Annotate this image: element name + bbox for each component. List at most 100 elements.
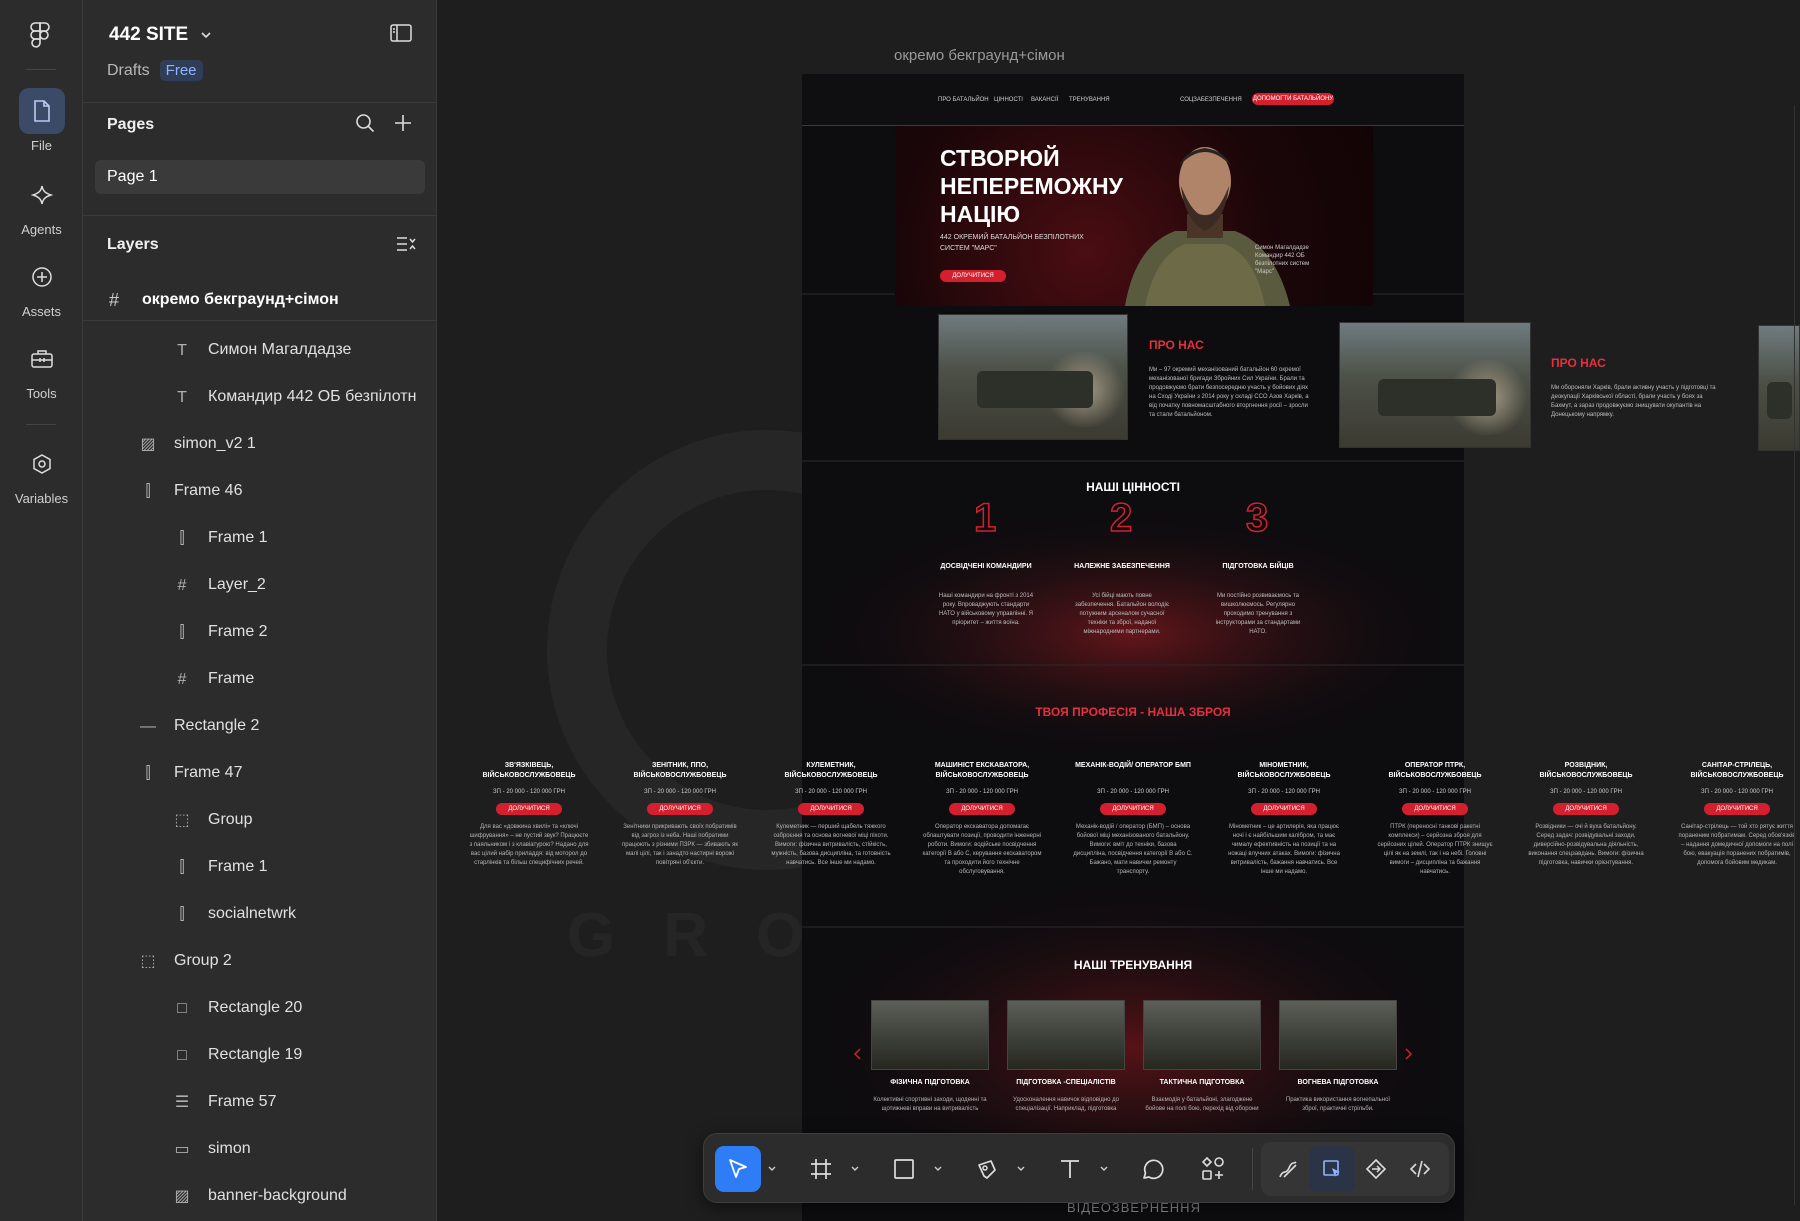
nav-cta-button[interactable]: ДОПОМОГТИ БАТАЛЬЙОНУ xyxy=(1252,93,1334,105)
draw-mode-button[interactable] xyxy=(1265,1146,1311,1192)
rectangle-tool-button[interactable] xyxy=(881,1146,927,1192)
training-card[interactable]: ТАКТИЧНА ПІДГОТОВКА Взаємодія у батальйон… xyxy=(1143,1000,1261,1114)
rail-item-assets[interactable]: Assets xyxy=(0,254,83,319)
rail-item-variables[interactable]: Variables xyxy=(0,441,83,506)
training-card[interactable]: ПІДГОТОВКА -СПЕЦІАЛІСТІВ Удосконалення на… xyxy=(1007,1000,1125,1114)
carousel-prev-icon[interactable] xyxy=(852,1047,862,1061)
profession-join-button[interactable]: ДОЛУЧИТИСЯ xyxy=(1704,803,1770,815)
layer-row[interactable]: ▭ simon xyxy=(83,1130,436,1170)
drafts-label[interactable]: Drafts xyxy=(107,62,150,80)
project-title[interactable]: 442 SITE xyxy=(109,24,212,46)
training-card[interactable]: ФІЗИЧНА ПІДГОТОВКА Колективні спортивні з… xyxy=(871,1000,989,1114)
training-title: ФІЗИЧНА ПІДГОТОВКА xyxy=(890,1079,970,1086)
layer-row[interactable]: □ Rectangle 20 xyxy=(83,989,436,1029)
rail-item-agents[interactable]: Agents xyxy=(0,172,83,237)
about-text-copy[interactable]: Ми обороняли Харків, брали активну участ… xyxy=(1551,384,1721,420)
layer-row[interactable]: ⫿ socialnetwrk xyxy=(83,895,436,935)
about-title-copy[interactable]: ПРО НАС xyxy=(1551,356,1606,370)
layer-row[interactable]: T Симон Магалдадзе xyxy=(83,331,436,371)
profession-join-button[interactable]: ДОЛУЧИТИСЯ xyxy=(496,803,562,815)
layer-row[interactable]: ⫿ Frame 1 xyxy=(83,519,436,559)
profession-join-button[interactable]: ДОЛУЧИТИСЯ xyxy=(949,803,1015,815)
site-frame[interactable]: ПРО БАТАЛЬЙОН ЦІННОСТІ ВАКАНСІЇ ТРЕНУВАН… xyxy=(802,74,1464,1221)
nav-link[interactable]: ТРЕНУВАННЯ xyxy=(1069,97,1110,103)
profession-card[interactable]: МІНОМЕТНИК, ВІЙСЬКОВОСЛУЖБОВЕЦЬ ЗП - 20 0… xyxy=(1224,761,1344,877)
profession-join-button[interactable]: ДОЛУЧИТИСЯ xyxy=(1100,803,1166,815)
layer-row[interactable]: □ Rectangle 19 xyxy=(83,1036,436,1076)
nav-link[interactable]: ВАКАНСІЇ xyxy=(1031,97,1058,103)
profession-title: КУЛЕМЕТНИК, ВІЙСЬКОВОСЛУЖБОВЕЦЬ xyxy=(784,762,878,779)
layer-row[interactable]: # Frame xyxy=(83,660,436,700)
figma-logo-icon[interactable] xyxy=(29,22,51,48)
comment-icon xyxy=(1143,1159,1164,1180)
profession-join-button[interactable]: ДОЛУЧИТИСЯ xyxy=(647,803,713,815)
collapse-layers-icon[interactable] xyxy=(396,235,416,253)
profession-join-button[interactable]: ДОЛУЧИТИСЯ xyxy=(1402,803,1468,815)
comment-tool-button[interactable] xyxy=(1130,1146,1176,1192)
layer-row[interactable]: ⫿ Frame 1 xyxy=(83,848,436,888)
move-tool-button[interactable] xyxy=(715,1146,761,1192)
prototype-mode-button[interactable] xyxy=(1353,1146,1399,1192)
frame-tool-button[interactable] xyxy=(798,1146,844,1192)
training-card[interactable]: ВОГНЕВА ПІДГОТОВКА Практика використання … xyxy=(1279,1000,1397,1114)
hero-join-button[interactable]: ДОЛУЧИТИСЯ xyxy=(940,270,1006,282)
canvas-scrollbar[interactable] xyxy=(1794,105,1798,1205)
layer-row[interactable]: # Layer_2 xyxy=(83,566,436,606)
nav-link[interactable]: ЦІННОСТІ xyxy=(994,97,1023,103)
profession-card[interactable]: ОПЕРАТОР ПТРК, ВІЙСЬКОВОСЛУЖБОВЕЦЬ ЗП - 2… xyxy=(1375,761,1495,877)
chevron-down-icon[interactable] xyxy=(933,1164,943,1174)
about-photo-copy[interactable] xyxy=(1339,322,1531,448)
layer-row[interactable]: ▨ simon_v2 1 xyxy=(83,425,436,465)
pen-tool-button[interactable] xyxy=(964,1146,1010,1192)
layer-name: Group 2 xyxy=(174,952,232,969)
dev-mode-button[interactable] xyxy=(1397,1146,1443,1192)
text-tool-button[interactable] xyxy=(1047,1146,1093,1192)
page-item[interactable]: Page 1 xyxy=(95,160,425,194)
chevron-down-icon[interactable] xyxy=(1016,1164,1026,1174)
nav-link[interactable]: СОЦЗАБЕЗПЕЧЕННЯ xyxy=(1180,97,1242,103)
layer-row[interactable]: ⬚ Group 2 xyxy=(83,942,436,982)
layer-top-frame[interactable]: # окремо бекграунд+сімон xyxy=(83,280,436,320)
profession-card[interactable]: МАШИНІСТ ЕКСКАВАТОРА, ВІЙСЬКОВОСЛУЖБОВЕЦ… xyxy=(922,761,1042,877)
profession-title: ЗЕНІТНИК, ППО, ВІЙСЬКОВОСЛУЖБОВЕЦЬ xyxy=(633,762,727,779)
layer-row[interactable]: ⫿ Frame 46 xyxy=(83,472,436,512)
layer-type-icon: — xyxy=(140,718,156,735)
plan-badge: Free xyxy=(159,60,203,81)
rail-divider xyxy=(26,69,56,70)
pages-actions xyxy=(355,113,413,133)
profession-join-button[interactable]: ДОЛУЧИТИСЯ xyxy=(798,803,864,815)
profession-title: МІНОМЕТНИК, ВІЙСЬКОВОСЛУЖБОВЕЦЬ xyxy=(1237,762,1331,779)
profession-card[interactable]: КУЛЕМЕТНИК, ВІЙСЬКОВОСЛУЖБОВЕЦЬ ЗП - 20 0… xyxy=(771,761,891,868)
add-page-icon[interactable] xyxy=(393,113,413,133)
components-tool-button[interactable] xyxy=(1190,1146,1236,1192)
layer-row[interactable]: ⫿ Frame 47 xyxy=(83,754,436,794)
search-icon[interactable] xyxy=(355,113,375,133)
values-title: НАШІ ЦІННОСТІ xyxy=(1086,480,1180,494)
layer-type-icon: # xyxy=(177,671,187,688)
carousel-next-icon[interactable] xyxy=(1404,1047,1414,1061)
profession-card[interactable]: САНІТАР-СТРІЛЕЦЬ, ВІЙСЬКОВОСЛУЖБОВЕЦЬ ЗП … xyxy=(1677,761,1797,868)
profession-join-button[interactable]: ДОЛУЧИТИСЯ xyxy=(1251,803,1317,815)
chevron-down-icon[interactable] xyxy=(850,1164,860,1174)
layer-row[interactable]: T Командир 442 ОБ безпілотн xyxy=(83,378,436,418)
profession-card[interactable]: РОЗВІДНИК, ВІЙСЬКОВОСЛУЖБОВЕЦЬ ЗП - 20 00… xyxy=(1526,761,1646,868)
layer-row[interactable]: ▨ banner-background xyxy=(83,1177,436,1217)
layer-row[interactable]: — Rectangle 2 xyxy=(83,707,436,747)
sidebar-toggle-icon[interactable] xyxy=(390,24,412,42)
layer-row[interactable]: ☰ Frame 57 xyxy=(83,1083,436,1123)
design-mode-button[interactable] xyxy=(1309,1146,1355,1192)
profession-join-button[interactable]: ДОЛУЧИТИСЯ xyxy=(1553,803,1619,815)
nav-link[interactable]: ПРО БАТАЛЬЙОН xyxy=(938,97,989,103)
code-icon xyxy=(1409,1160,1431,1178)
rail-item-file[interactable]: File xyxy=(0,88,83,153)
frame-label[interactable]: окремо бекграунд+сімон xyxy=(894,47,1065,64)
profession-card[interactable]: МЕХАНІК-ВОДІЙ/ ОПЕРАТОР БМП ЗП - 20 000 -… xyxy=(1073,761,1193,877)
rail-item-tools[interactable]: Tools xyxy=(0,336,83,401)
chevron-down-icon[interactable] xyxy=(1099,1164,1109,1174)
layer-row[interactable]: ⬚ Group xyxy=(83,801,436,841)
layer-row[interactable]: ⫿ Frame 2 xyxy=(83,613,436,653)
chevron-down-icon[interactable] xyxy=(767,1164,777,1174)
canvas[interactable]: GROUP окремо бекграунд+сімон ПРО БАТАЛЬЙ… xyxy=(437,0,1800,1221)
profession-card[interactable]: ЗЕНІТНИК, ППО, ВІЙСЬКОВОСЛУЖБОВЕЦЬ ЗП - 2… xyxy=(620,761,740,868)
profession-card[interactable]: ЗВ'ЯЗКІВЕЦЬ, ВІЙСЬКОВОСЛУЖБОВЕЦЬ ЗП - 20 … xyxy=(469,761,589,868)
